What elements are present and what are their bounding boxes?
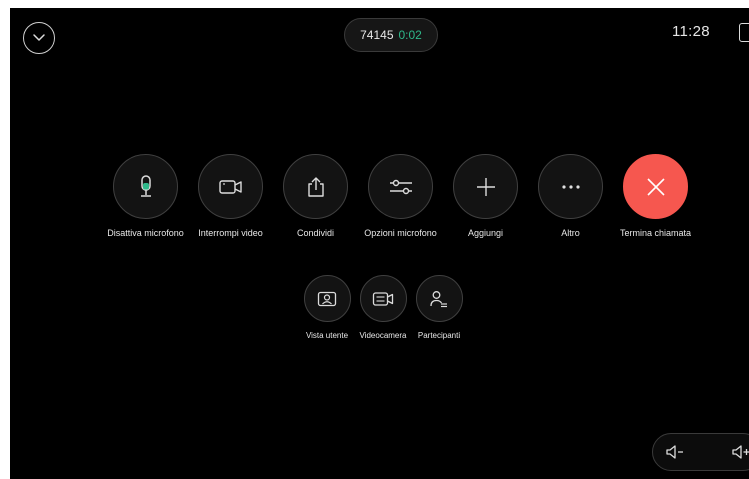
more-button[interactable] — [538, 154, 603, 219]
share-label: Condividi — [296, 228, 335, 238]
share-icon — [307, 176, 324, 197]
sliders-icon — [389, 179, 412, 194]
share-button[interactable] — [283, 154, 348, 219]
mute-microphone-button[interactable] — [113, 154, 178, 219]
microphone-options-label: Opzioni microfono — [364, 228, 437, 238]
more-control[interactable]: Altro — [528, 154, 613, 239]
participants-label: Partecipanti — [417, 331, 461, 340]
plus-icon — [476, 177, 495, 196]
self-view-icon — [317, 291, 337, 306]
camera-control[interactable]: Videocamera — [355, 275, 411, 342]
stop-video-button[interactable] — [198, 154, 263, 219]
camera-control-button[interactable] — [359, 275, 407, 322]
microphone-icon — [140, 174, 151, 197]
call-screen: 74145 0:02 11:28 Disattiva microfono Int… — [10, 8, 749, 479]
video-camera-icon — [218, 179, 242, 194]
stop-video-control[interactable]: Interrompi video — [188, 154, 273, 239]
self-view-button[interactable] — [303, 275, 351, 322]
add-participant-button[interactable] — [453, 154, 518, 219]
collapse-button[interactable] — [23, 22, 55, 54]
secondary-controls: Vista utente Videocamera Partecipanti — [299, 275, 467, 342]
more-label: Altro — [561, 228, 580, 238]
close-icon — [646, 177, 665, 196]
end-call-control[interactable]: Termina chiamata — [613, 154, 698, 239]
device-status-icon[interactable] — [739, 23, 749, 42]
volume-up-icon — [732, 445, 749, 459]
participants-control[interactable]: Partecipanti — [411, 275, 467, 342]
participants-button[interactable] — [415, 275, 463, 322]
end-call-button[interactable] — [623, 154, 688, 219]
call-timer: 0:02 — [398, 28, 422, 42]
chevron-down-icon — [33, 34, 45, 41]
self-view-control[interactable]: Vista utente — [299, 275, 355, 342]
mute-microphone-control[interactable]: Disattiva microfono — [103, 154, 188, 239]
add-participant-label: Aggiungi — [467, 228, 504, 238]
volume-down-button[interactable] — [665, 444, 685, 465]
volume-up-button[interactable] — [731, 444, 749, 465]
microphone-options-control[interactable]: Opzioni microfono — [358, 154, 443, 239]
add-participant-control[interactable]: Aggiungi — [443, 154, 528, 239]
end-call-label: Termina chiamata — [619, 228, 692, 238]
clock: 11:28 — [672, 23, 710, 40]
participants-icon — [430, 290, 447, 307]
mute-microphone-label: Disattiva microfono — [107, 228, 184, 238]
volume-down-icon — [666, 445, 683, 459]
call-number: 74145 — [360, 28, 394, 42]
camera-control-icon — [372, 291, 394, 306]
more-icon — [561, 184, 580, 189]
primary-controls: Disattiva microfono Interrompi video Con… — [103, 154, 698, 239]
microphone-options-button[interactable] — [368, 154, 433, 219]
call-info-pill[interactable]: 74145 0:02 — [344, 18, 438, 52]
stop-video-label: Interrompi video — [198, 228, 263, 238]
volume-control — [652, 433, 749, 471]
share-control[interactable]: Condividi — [273, 154, 358, 239]
